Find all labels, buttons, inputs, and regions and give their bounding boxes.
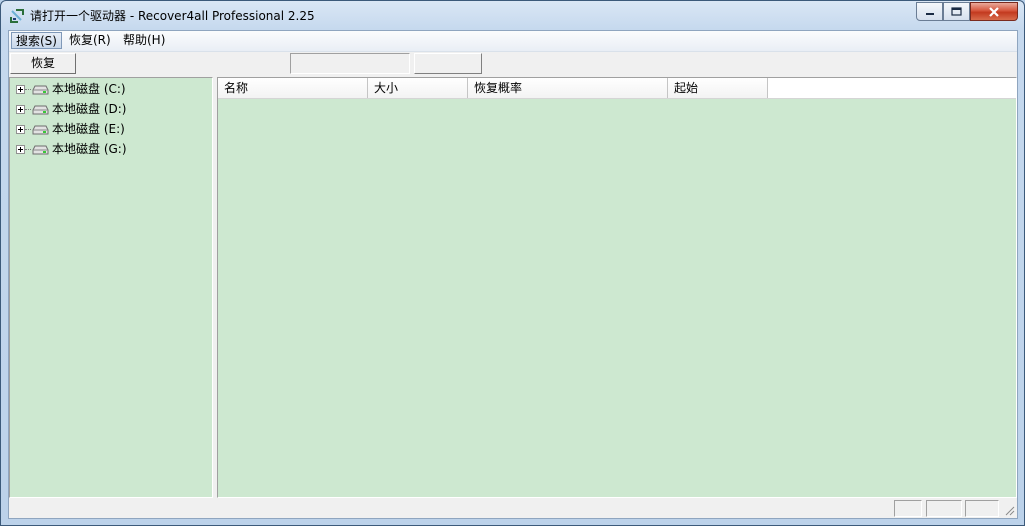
tree-connector — [25, 129, 31, 130]
list-header: 名称 大小 恢复概率 起始 — [218, 78, 1016, 99]
tree-item-label: 本地磁盘 (E:) — [52, 122, 125, 136]
column-header-size[interactable]: 大小 — [368, 78, 468, 98]
minimize-button[interactable] — [916, 2, 943, 21]
tree-connector — [25, 109, 31, 110]
menu-help[interactable]: 帮助(H) — [119, 32, 169, 49]
file-list[interactable]: 名称 大小 恢复概率 起始 — [217, 77, 1017, 498]
recover4all-app-icon — [10, 9, 24, 23]
drive-tree[interactable]: 本地磁盘 (C:) 本地磁盘 (D:) 本地磁盘 (E:) 本地磁盘 (G:) — [9, 77, 213, 498]
tree-item-label: 本地磁盘 (D:) — [52, 102, 127, 116]
status-panel-2 — [926, 500, 962, 517]
column-header-probability[interactable]: 恢复概率 — [468, 78, 668, 98]
expand-icon[interactable] — [16, 105, 25, 114]
maximize-icon — [951, 7, 962, 16]
close-button[interactable] — [970, 2, 1018, 21]
tree-item-label: 本地磁盘 (G:) — [52, 142, 127, 156]
tree-connector — [25, 149, 31, 150]
main-window: 请打开一个驱动器 - Recover4all Professional 2.25… — [0, 0, 1025, 526]
client-area: 搜索(S) 恢复(R) 帮助(H) 恢复 本地磁盘 (C:) 本地磁盘 (D:)… — [8, 30, 1018, 519]
expand-icon[interactable] — [16, 85, 25, 94]
toolbar-box[interactable] — [414, 53, 482, 74]
restore-button[interactable]: 恢复 — [10, 53, 76, 74]
drive-icon — [32, 125, 49, 135]
tree-connector — [25, 89, 31, 90]
toolbar-field[interactable] — [290, 53, 410, 74]
menu-search[interactable]: 搜索(S) — [11, 32, 62, 49]
resize-grip-icon[interactable] — [1003, 504, 1015, 516]
status-panel-3 — [965, 500, 999, 517]
title-bar[interactable]: 请打开一个驱动器 - Recover4all Professional 2.25 — [1, 1, 1024, 29]
close-icon — [989, 6, 999, 17]
menu-bar: 搜索(S) 恢复(R) 帮助(H) — [9, 31, 1017, 52]
drive-icon — [32, 85, 49, 95]
minimize-icon — [925, 12, 934, 15]
maximize-button[interactable] — [943, 2, 970, 21]
drive-icon — [32, 145, 49, 155]
status-bar — [9, 498, 1017, 518]
drive-icon — [32, 105, 49, 115]
status-panel-1 — [894, 500, 922, 517]
expand-icon[interactable] — [16, 125, 25, 134]
window-title: 请打开一个驱动器 - Recover4all Professional 2.25 — [30, 9, 315, 23]
menu-restore[interactable]: 恢复(R) — [65, 32, 115, 49]
column-header-start[interactable]: 起始 — [668, 78, 768, 98]
expand-icon[interactable] — [16, 145, 25, 154]
toolbar: 恢复 — [9, 52, 1017, 76]
tree-item-label: 本地磁盘 (C:) — [52, 82, 126, 96]
column-header-name[interactable]: 名称 — [218, 78, 368, 98]
